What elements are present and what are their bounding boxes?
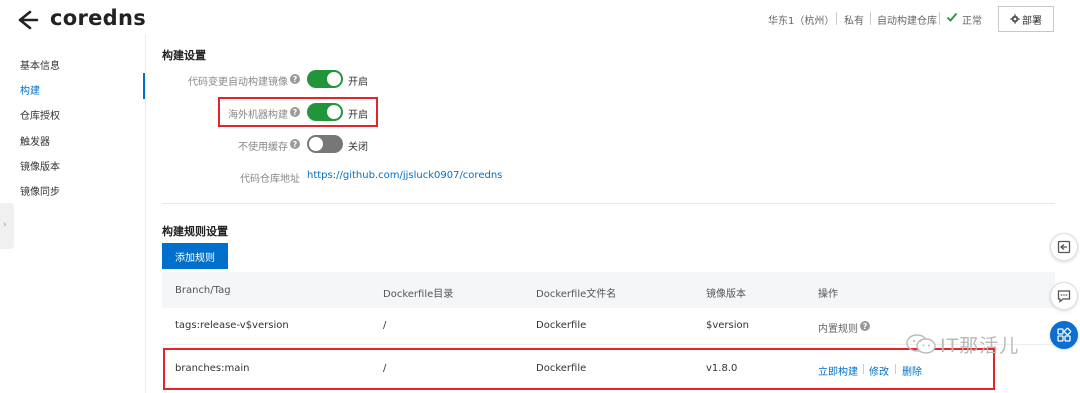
sidebar-item-repo-auth[interactable]: 仓库授权: [20, 107, 60, 122]
builtin-rule-label: 内置规则: [818, 324, 858, 335]
chat-icon: [1057, 290, 1071, 303]
cell-image-version: v1.8.0: [706, 363, 738, 374]
question-circle-icon[interactable]: ?: [290, 139, 300, 149]
cell-image-version: $version: [706, 320, 749, 331]
column-header-dockerfile-dir: Dockerfile目录: [383, 289, 454, 300]
sidebar-item-basic-info[interactable]: 基本信息: [20, 57, 60, 72]
column-header-dockerfile-name: Dockerfile文件名: [536, 289, 617, 300]
watermark-text: IT那活儿: [940, 335, 1020, 357]
wechat-icon: [906, 334, 936, 354]
overseas-build-toggle[interactable]: [307, 103, 343, 121]
auto-build-toggle[interactable]: [307, 70, 343, 88]
apps-grid-icon: [1057, 327, 1072, 342]
sidebar-item-triggers[interactable]: 触发器: [20, 133, 50, 148]
document-icon: [1057, 240, 1071, 254]
region-label: 华东1（杭州）: [768, 16, 835, 27]
arrow-left-icon[interactable]: [12, 6, 40, 34]
cell-branch: tags:release-v$version: [175, 320, 289, 331]
repo-url-label: 代码仓库地址: [240, 174, 300, 185]
edit-link[interactable]: 修改: [869, 363, 889, 378]
deploy-button-label: 部署: [1022, 15, 1042, 27]
check-icon: [946, 12, 958, 22]
status-badge: 正常: [962, 16, 982, 27]
toggle-knob: [327, 105, 341, 119]
header-divider: [870, 12, 871, 25]
sidebar-item-image-versions[interactable]: 镜像版本: [20, 158, 60, 173]
gear-icon: [1010, 14, 1020, 24]
sidebar-item-image-sync[interactable]: 镜像同步: [20, 183, 60, 198]
build-settings-title: 构建设置: [162, 49, 206, 62]
sidebar-divider: [145, 34, 146, 393]
cell-dockerfile-name: Dockerfile: [536, 363, 587, 374]
deploy-button[interactable]: 部署: [998, 6, 1054, 32]
auto-build-state: 开启: [348, 77, 368, 88]
chat-button[interactable]: [1050, 282, 1078, 310]
toggle-knob: [327, 72, 341, 86]
action-divider: [863, 364, 864, 374]
column-header-image-version: 镜像版本: [706, 289, 746, 300]
no-cache-state: 关闭: [348, 142, 368, 153]
question-circle-icon[interactable]: ?: [860, 321, 870, 331]
column-header-actions: 操作: [818, 289, 838, 300]
sidebar-collapse-handle[interactable]: ›: [0, 203, 14, 249]
cell-dockerfile-name: Dockerfile: [536, 320, 587, 331]
question-circle-icon[interactable]: ?: [290, 74, 300, 84]
page-root: coredns 华东1（杭州） 私有 自动构建仓库 正常 部署 基本信息 构建 …: [0, 0, 1080, 393]
no-cache-toggle[interactable]: [307, 135, 343, 153]
delete-link[interactable]: 删除: [902, 363, 922, 378]
build-now-link[interactable]: 立即构建: [818, 363, 858, 378]
column-header-branch: Branch/Tag: [175, 285, 231, 296]
no-cache-label: 不使用缓存: [238, 142, 288, 153]
visibility-label: 私有: [844, 16, 864, 27]
question-circle-icon[interactable]: ?: [290, 107, 300, 117]
page-title: coredns: [50, 6, 147, 30]
sidebar-item-build[interactable]: 构建: [20, 82, 40, 97]
header-divider: [939, 12, 940, 25]
repo-type-label: 自动构建仓库: [877, 16, 937, 27]
toggle-knob: [309, 137, 323, 151]
overseas-build-state: 开启: [348, 110, 368, 121]
feedback-button[interactable]: [1050, 233, 1078, 261]
cell-dockerfile-dir: /: [383, 363, 387, 374]
auto-build-label: 代码变更自动构建镜像: [188, 77, 288, 88]
add-rule-button[interactable]: 添加规则: [162, 243, 228, 269]
repo-url-link[interactable]: https://github.com/jjsluck0907/coredns: [307, 170, 502, 181]
action-divider: [895, 364, 896, 374]
chevron-right-icon: ›: [3, 220, 7, 230]
header-divider: [836, 12, 837, 25]
build-rules-title: 构建规则设置: [162, 225, 228, 238]
section-divider: [162, 203, 1055, 204]
cell-dockerfile-dir: /: [383, 320, 387, 331]
cell-branch: branches:main: [175, 363, 250, 374]
overseas-build-label: 海外机器构建: [228, 110, 288, 121]
apps-button[interactable]: [1050, 321, 1078, 349]
